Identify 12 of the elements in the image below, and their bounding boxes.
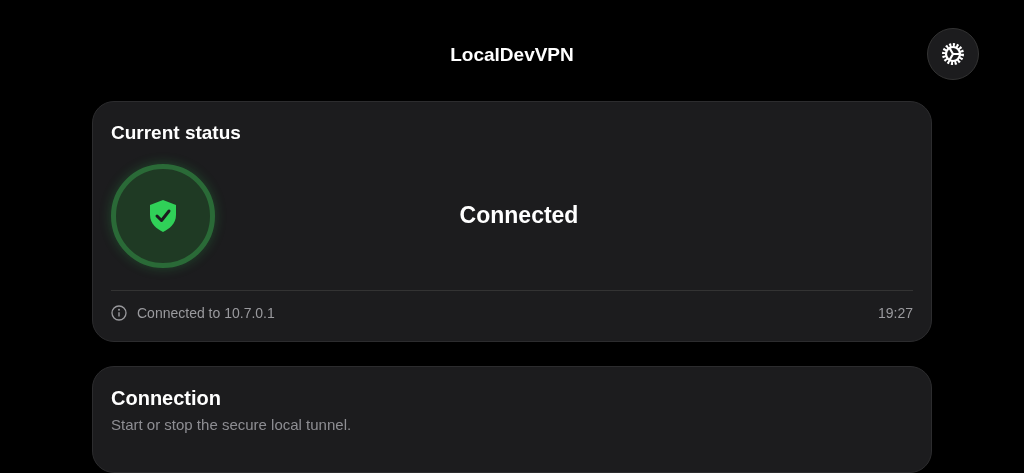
settings-icon <box>939 40 967 68</box>
status-text: Connected <box>458 202 580 230</box>
shield-check-icon <box>148 198 178 233</box>
settings-button[interactable] <box>927 28 979 80</box>
status-time: 19:27 <box>877 304 913 321</box>
app-title: LocalDevVPN <box>450 44 574 66</box>
status-ring[interactable] <box>111 163 215 268</box>
card-subtitle: Start or stop the secure local tunnel. <box>111 415 353 433</box>
card-title: Connection <box>111 386 222 410</box>
info-icon <box>111 304 127 321</box>
card-title: Current status <box>111 121 242 144</box>
connection-info: Connected to 10.7.0.1 <box>137 304 276 321</box>
